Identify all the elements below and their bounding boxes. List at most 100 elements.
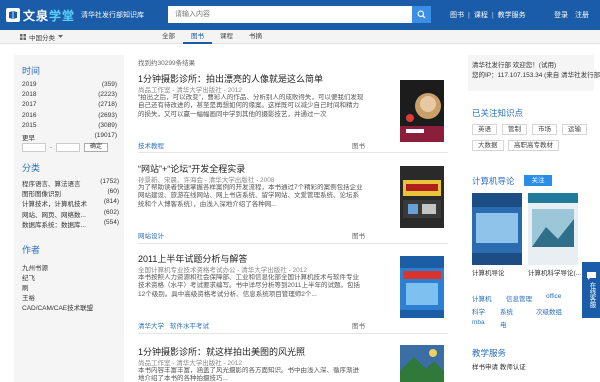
author-filter-item[interactable]: 纪飞 bbox=[22, 272, 35, 282]
knowledge-tag[interactable]: 大数据 bbox=[472, 140, 504, 151]
year-to-input[interactable] bbox=[56, 143, 80, 152]
result-tabs: 全部 图书 课程 书摘 bbox=[154, 30, 270, 44]
result-meta: 孙景新、宋晨、许海会 - 清华大学出版社 - 2008 bbox=[138, 177, 275, 184]
author-filter-item[interactable]: 刷 bbox=[22, 282, 29, 292]
result-meta: 全国计算机专业技术资格考试办公 - 清华大学出版社 - 2012 bbox=[138, 267, 308, 274]
knowledge-tag[interactable]: 运输 bbox=[562, 124, 587, 135]
result-tags: 清华大学 软件水平考试 bbox=[138, 320, 209, 330]
keyword-link[interactable]: 科学 bbox=[472, 306, 485, 316]
result-meta: 尚品工作室 - 清华大学出版社 - 2012 bbox=[138, 360, 243, 367]
year-filter-item[interactable]: 2017 (2718) bbox=[22, 101, 117, 109]
keyword-link[interactable]: 系统 bbox=[500, 306, 513, 316]
year-filter-item[interactable]: 2016 (2693) bbox=[22, 112, 117, 120]
result-description: 为了帮助读者快速掌握各样案例的开发流程，本书通过7个精彩的案例包括企业网站建设、… bbox=[138, 184, 363, 208]
result-tag[interactable]: 清华大学 bbox=[138, 320, 164, 330]
nav-separator: | bbox=[468, 11, 470, 19]
chat-icon bbox=[586, 272, 596, 280]
book-title[interactable]: 计算机导论 bbox=[472, 267, 505, 277]
book-cover[interactable] bbox=[400, 345, 444, 382]
year-filter-item[interactable]: 2015 (3089) bbox=[22, 122, 117, 130]
keyword-link[interactable]: 计算机 bbox=[472, 293, 492, 303]
result-tag[interactable]: 技术教程 bbox=[138, 140, 164, 150]
author-filter-item[interactable]: 王裕 bbox=[22, 292, 35, 302]
category-filter-item[interactable]: 计算技术，计算机技术 (814) bbox=[22, 198, 119, 208]
knowledge-tag[interactable]: 高职高专教材 bbox=[508, 140, 559, 151]
search-input[interactable] bbox=[169, 7, 409, 22]
result-tags: 技术教程 bbox=[138, 140, 164, 150]
category-dropdown[interactable]: 中国分类 bbox=[20, 32, 63, 42]
online-service-label: 在线客服 bbox=[588, 282, 595, 308]
result-tag[interactable]: 网站设计 bbox=[138, 230, 164, 240]
nav-books[interactable]: 图书 bbox=[450, 10, 464, 20]
tab-books[interactable]: 图书 bbox=[183, 30, 212, 44]
nav-separator: | bbox=[491, 11, 494, 19]
book-cover[interactable] bbox=[528, 193, 578, 265]
keyword-link[interactable]: 次级数组 bbox=[536, 306, 562, 316]
year-filter-item[interactable]: 2018 (2223) bbox=[22, 91, 117, 99]
nav-teaching-service[interactable]: 教学服务 bbox=[498, 10, 526, 20]
year-from-input[interactable] bbox=[22, 143, 46, 152]
result-description: “拍出之后，可以改变”，曹彩人的作品、分析别人的成败得失，可以便我们发现自己还有… bbox=[138, 94, 364, 118]
year-filter-item[interactable]: 2019 (359) bbox=[22, 81, 117, 89]
book-cover[interactable] bbox=[400, 166, 444, 228]
author-filter-item[interactable]: 九州书源 bbox=[22, 262, 48, 272]
keyword-link[interactable]: 信息管理 bbox=[506, 293, 532, 303]
logo-icon bbox=[6, 8, 20, 22]
keyword-link[interactable]: mba bbox=[472, 319, 485, 326]
book-cover[interactable] bbox=[400, 80, 444, 142]
knowledge-tag[interactable]: 英语 bbox=[472, 124, 497, 135]
range-dash: - bbox=[50, 144, 52, 151]
keyword-link[interactable]: 电 bbox=[500, 319, 507, 329]
knowledge-tag[interactable]: 市场 bbox=[532, 124, 557, 135]
result-divider bbox=[138, 152, 448, 153]
result-divider bbox=[138, 243, 448, 244]
result-count: 找到约30299条结果 bbox=[138, 60, 196, 67]
book-cover[interactable] bbox=[400, 256, 444, 318]
category-label: 中国分类 bbox=[29, 35, 55, 42]
register-link[interactable]: 注册 bbox=[575, 10, 589, 20]
book-title[interactable]: 计算机科学导论(... bbox=[528, 267, 581, 277]
result-description: 本书内容丰富丰富，涵盖了风光摄影的各方面知识。书中由浅入深、循序渐进地介绍了本书… bbox=[138, 367, 359, 382]
teaching-service-links[interactable]: 样书申请 教师认证 bbox=[472, 361, 526, 371]
chevron-down-icon bbox=[58, 35, 63, 38]
top-bar: 文泉学堂 清华社发行部知识库 图书 | 课程 | 教学服务 登录 注册 bbox=[0, 0, 600, 30]
online-service-button[interactable]: 在线客服 bbox=[582, 262, 600, 318]
tab-courses[interactable]: 课程 bbox=[212, 30, 241, 44]
search-icon bbox=[417, 10, 426, 19]
category-filter-title: 分类 bbox=[22, 163, 41, 173]
result-description: 本书按照人力资源和社会保障部、工业和信息化部全国计算机技术与软件专业技术资格（水… bbox=[138, 274, 360, 298]
top-nav: 图书 | 课程 | 教学服务 登录 注册 bbox=[450, 10, 589, 20]
category-filter-item[interactable]: 程序语言、算法语言 (1752) bbox=[22, 178, 119, 188]
logo[interactable]: 文泉学堂 清华社发行部知识库 bbox=[6, 5, 144, 25]
tab-all[interactable]: 全部 bbox=[154, 30, 183, 44]
nav-courses[interactable]: 课程 bbox=[474, 10, 488, 20]
year-filter-item[interactable]: 更早 (19017) bbox=[22, 132, 117, 142]
welcome-text: 清华社发行部 欢迎您！(试用) bbox=[472, 62, 557, 69]
result-type: 图书 bbox=[352, 143, 365, 150]
author-filter-item[interactable]: CAD/CAM/CAE技术联盟 bbox=[22, 302, 93, 312]
category-filter-item[interactable]: 网站、网页、网络数... (602) bbox=[22, 209, 119, 219]
author-filter-title: 作者 bbox=[22, 245, 41, 255]
time-filter-title: 时间 bbox=[22, 66, 41, 76]
follow-button[interactable]: 关注 bbox=[524, 175, 552, 186]
book-cover[interactable] bbox=[472, 193, 522, 265]
search-box bbox=[168, 6, 431, 23]
year-range: - 确定 bbox=[22, 143, 109, 152]
result-type: 图书 bbox=[352, 233, 365, 240]
category-filter-item[interactable]: 图形图像识别 (60) bbox=[22, 188, 119, 198]
keyword-link[interactable]: office bbox=[546, 293, 561, 300]
user-info: 清华社发行部 欢迎您！(试用) 您的IP：117.107.153.34 (来自 … bbox=[468, 55, 600, 91]
result-tag[interactable]: 软件水平考试 bbox=[170, 320, 209, 330]
recommend-title: 计算机导论 bbox=[472, 176, 515, 186]
grid-icon bbox=[20, 34, 26, 40]
search-button[interactable] bbox=[412, 6, 431, 23]
category-filter-item[interactable]: 数据库系统：数据库... (554) bbox=[22, 219, 119, 229]
result-divider bbox=[138, 333, 448, 334]
result-type: 图书 bbox=[352, 323, 365, 330]
login-link[interactable]: 登录 bbox=[554, 10, 568, 20]
tab-excerpts[interactable]: 书摘 bbox=[241, 30, 270, 44]
result-tags: 网站设计 bbox=[138, 230, 164, 240]
logo-subtitle: 清华社发行部知识库 bbox=[81, 12, 145, 19]
knowledge-tag[interactable]: 管制 bbox=[502, 124, 527, 135]
confirm-button[interactable]: 确定 bbox=[84, 143, 109, 152]
